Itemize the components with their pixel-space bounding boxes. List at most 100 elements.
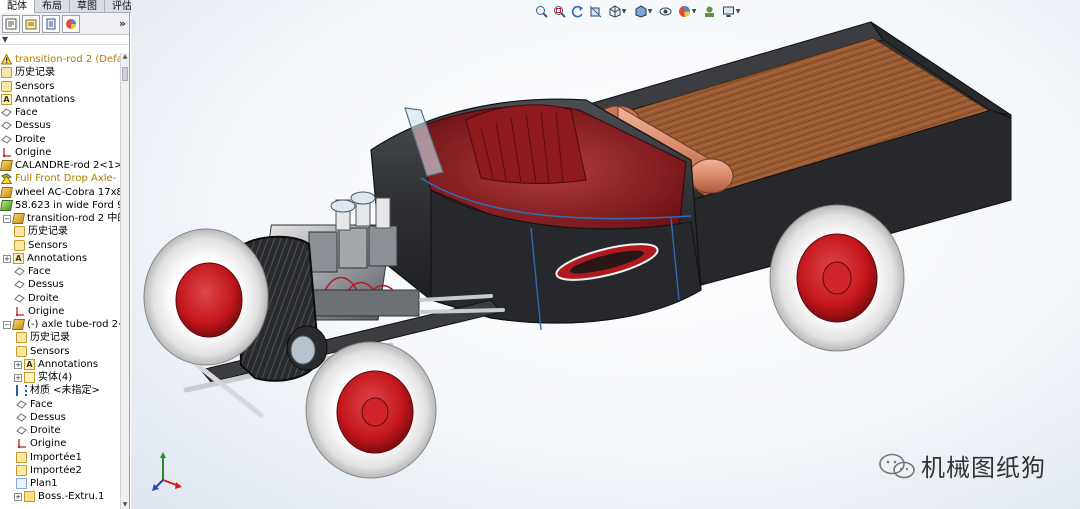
tree-item-label: Annotations xyxy=(27,253,88,264)
sensors-icon xyxy=(1,81,12,92)
tree-item-label: Plan1 xyxy=(30,478,58,489)
tab-1[interactable]: 配体 xyxy=(0,0,35,13)
plane-icon xyxy=(1,134,12,145)
tree-item[interactable]: Importée2 xyxy=(16,464,82,477)
tree-item[interactable]: Origine xyxy=(1,146,51,159)
expand-icon[interactable]: + xyxy=(3,254,11,263)
tree-item-label: wheel AC-Cobra 17x8-r xyxy=(15,187,120,198)
rear-wheel[interactable] xyxy=(769,204,905,352)
tree-item[interactable]: Droite xyxy=(16,424,61,437)
plane-icon xyxy=(14,293,25,304)
tree-item[interactable]: + A Annotations xyxy=(3,252,87,265)
collapse-icon[interactable]: − xyxy=(3,320,11,329)
feature-tree-tab-icon[interactable] xyxy=(2,14,20,33)
property-manager-tab-icon[interactable] xyxy=(22,14,40,33)
tree-item[interactable]: Full Front Drop Axle- xyxy=(1,172,116,185)
plane-icon xyxy=(14,266,25,277)
sensors-icon xyxy=(14,240,25,251)
annotations-icon: A xyxy=(24,359,35,370)
tree-item[interactable]: Droite xyxy=(1,133,46,146)
tree-item[interactable]: Origine xyxy=(14,305,64,318)
tree-item[interactable]: − transition-rod 2 中的 xyxy=(3,212,120,225)
tree-item[interactable]: 历史记录 xyxy=(1,66,55,79)
headlight-lower[interactable] xyxy=(286,325,328,371)
tree-item[interactable]: 历史记录 xyxy=(14,225,68,238)
expand-icon[interactable]: + xyxy=(14,360,22,369)
plane-icon xyxy=(1,120,12,131)
tree-item-label: Face xyxy=(30,399,53,410)
plane-icon xyxy=(16,425,27,436)
plane-icon xyxy=(16,399,27,410)
tree-item[interactable]: + A Annotations xyxy=(14,358,98,371)
tree-item[interactable]: wheel AC-Cobra 17x8-r xyxy=(0,186,120,199)
tree-item-label: (-) axle tube-rod 2<1 xyxy=(27,319,120,330)
chevron-down-icon[interactable]: ▼ xyxy=(2,35,8,45)
tab-3[interactable]: 草图 xyxy=(70,0,105,13)
annotations-icon: A xyxy=(1,94,12,105)
tree-item[interactable]: + Boss.-Extru.1 xyxy=(14,490,104,503)
scroll-up-icon[interactable]: ▲ xyxy=(121,53,129,61)
plane-icon xyxy=(14,279,25,290)
tree-item[interactable]: 58.623 in wide Ford 9in- xyxy=(0,199,120,212)
warning-icon xyxy=(1,54,12,65)
boss-extrude-icon xyxy=(24,491,35,502)
tree-item[interactable]: transition-rod 2 (Default xyxy=(1,53,120,66)
tree-item-label: Droite xyxy=(15,134,46,145)
tree-item[interactable]: 材质 <未指定> xyxy=(16,384,100,397)
imported-icon xyxy=(16,465,27,476)
watermark-text: 机械图纸狗 xyxy=(921,454,1046,482)
tree-item[interactable]: Face xyxy=(16,398,53,411)
tree-item[interactable]: − (-) axle tube-rod 2<1 xyxy=(3,318,120,331)
tree-item[interactable]: + 实体(4) xyxy=(14,371,72,384)
tree-item-label: Boss.-Extru.1 xyxy=(38,491,105,502)
tree-item-label: 历史记录 xyxy=(30,332,70,343)
plane-icon xyxy=(16,412,27,423)
part-green-icon xyxy=(0,200,13,211)
front-near-wheel[interactable] xyxy=(305,341,437,479)
graphics-viewport[interactable]: ▼ ▼ ▼ ▼ 机械图纸狗 xyxy=(131,0,1080,509)
tree-item[interactable]: Sensors xyxy=(1,80,55,93)
more-tabs-button[interactable]: » xyxy=(119,17,126,30)
front-far-wheel[interactable] xyxy=(143,228,269,366)
tree-scrollbar[interactable]: ▲ ▼ xyxy=(120,53,129,509)
tree-item-label: Full Front Drop Axle- xyxy=(15,173,117,184)
tree-item[interactable]: Face xyxy=(1,106,38,119)
annotations-icon: A xyxy=(13,253,24,264)
tree-item-label: Face xyxy=(28,266,51,277)
tree-item[interactable]: A Annotations xyxy=(1,93,75,106)
tree-item[interactable]: Plan1 xyxy=(16,477,58,490)
tree-item-label: 历史记录 xyxy=(15,67,55,78)
tree-item[interactable]: 历史记录 xyxy=(16,331,70,344)
panel-tab-row: » xyxy=(0,13,129,35)
imported-icon xyxy=(16,452,27,463)
history-icon xyxy=(1,67,12,78)
tree-item[interactable]: CALANDRE-rod 2<1> (D xyxy=(0,159,120,172)
tree-item[interactable]: Droite xyxy=(14,292,59,305)
tree-item[interactable]: Origine xyxy=(16,437,66,450)
solid-bodies-icon xyxy=(24,372,35,383)
tree-item[interactable]: Sensors xyxy=(14,239,68,252)
tree-item[interactable]: Sensors xyxy=(16,345,70,358)
tab-2[interactable]: 布局 xyxy=(35,0,70,13)
tree-item[interactable]: Face xyxy=(14,265,51,278)
expand-icon[interactable]: + xyxy=(14,373,22,382)
tree-item[interactable]: Dessus xyxy=(14,278,64,291)
tree-item-label: Dessus xyxy=(30,412,66,423)
display-manager-tab-icon[interactable] xyxy=(62,14,80,33)
configuration-manager-tab-icon[interactable] xyxy=(42,14,60,33)
part-icon xyxy=(12,213,25,224)
hot-rod-truck-model[interactable] xyxy=(131,0,1080,509)
scrollbar-thumb[interactable] xyxy=(122,67,128,81)
tree-item[interactable]: Dessus xyxy=(1,119,51,132)
tree-filter-row: ▼ xyxy=(0,35,129,45)
tree-item-label: 58.623 in wide Ford 9in- xyxy=(15,200,120,211)
part-icon xyxy=(0,187,13,198)
feature-tree: transition-rod 2 (Default历史记录SensorsAAnn… xyxy=(0,53,120,509)
collapse-icon[interactable]: − xyxy=(3,214,11,223)
sensors-icon xyxy=(16,346,27,357)
tree-item-label: 材质 <未指定> xyxy=(30,385,100,396)
expand-icon[interactable]: + xyxy=(14,492,22,501)
tree-item[interactable]: Importée1 xyxy=(16,451,82,464)
tree-item[interactable]: Dessus xyxy=(16,411,66,424)
scroll-down-icon[interactable]: ▼ xyxy=(121,501,129,509)
